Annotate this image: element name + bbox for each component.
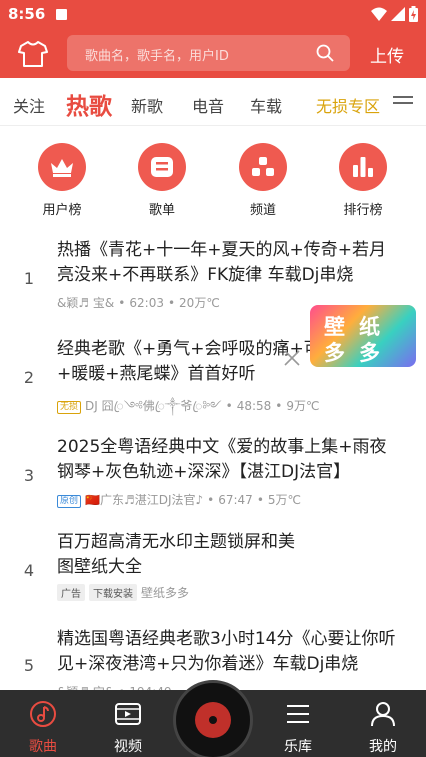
now-playing-disc[interactable] bbox=[173, 680, 253, 757]
nav-label: 歌曲 bbox=[29, 739, 57, 755]
song-title: 精选国粤语经典老歌3小时14分《心要让你听见+深夜港湾+只为你着迷》车载Dj串烧 bbox=[57, 629, 396, 674]
chart-bars-icon bbox=[353, 157, 373, 177]
category-label: 频道 bbox=[249, 203, 276, 218]
user-icon bbox=[371, 702, 395, 727]
signal-icon bbox=[391, 7, 405, 21]
wifi-icon bbox=[371, 7, 387, 21]
library-icon bbox=[287, 705, 309, 723]
song-duration: 48:58 bbox=[236, 399, 272, 413]
song-duration: 62:03 bbox=[129, 296, 164, 310]
category-label: 排行榜 bbox=[343, 203, 383, 218]
top-bar: 歌曲名，歌手名，用户ID 上传 bbox=[0, 30, 426, 78]
song-title: 热播《青花+十一年+夏天的风+传奇+若月亮没来+不再联系》FK旋律 车载Dj串烧 bbox=[57, 240, 386, 285]
uploader-name: DJ 囧ꦿ༺佛ꦿ༒爷ꦿ༻ bbox=[85, 399, 222, 413]
nav-mine[interactable]: 我的 bbox=[343, 690, 423, 756]
ad-title: 百万超高清无水印主题锁屏和美图壁纸大全 bbox=[57, 532, 295, 577]
notification-icon bbox=[56, 9, 67, 20]
tab-electronic[interactable]: 电音 bbox=[192, 93, 224, 117]
song-meta: 原创 🇨🇳广东♬湛江DJ法官♪ • 67:47 • 5万℃ bbox=[57, 491, 301, 508]
download-tag[interactable]: 下载安装 bbox=[89, 584, 137, 601]
nav-songs[interactable]: 歌曲 bbox=[3, 690, 83, 756]
close-icon[interactable] bbox=[283, 349, 301, 367]
uploader-name: &颖♬ 宝& bbox=[57, 296, 115, 310]
category-playlist[interactable]: 歌单 bbox=[127, 140, 197, 218]
rank-number: 1 bbox=[23, 269, 35, 288]
nav-label: 我的 bbox=[369, 739, 397, 755]
nav-library[interactable]: 乐库 bbox=[258, 690, 338, 756]
category-shortcuts: 用户榜 歌单 频道 排行榜 bbox=[0, 140, 426, 220]
playlist-icon bbox=[151, 157, 173, 177]
tab-hot[interactable]: 热歌 bbox=[66, 87, 112, 121]
ad-image[interactable]: 壁纸 多多 bbox=[310, 305, 416, 367]
channel-icon bbox=[252, 157, 274, 176]
video-icon bbox=[115, 703, 141, 725]
disc-label bbox=[195, 702, 231, 738]
status-bar: 8:56 bbox=[0, 0, 426, 30]
category-user-chart[interactable]: 用户榜 bbox=[27, 140, 97, 218]
music-note-icon bbox=[30, 701, 56, 727]
play-count: 9万℃ bbox=[286, 399, 320, 413]
ad-tag: 广告 bbox=[57, 584, 85, 601]
rank-number: 4 bbox=[23, 561, 35, 580]
status-time: 8:56 bbox=[8, 5, 46, 23]
song-meta: 无损 DJ 囧ꦿ༺佛ꦿ༒爷ꦿ༻ • 48:58 • 9万℃ bbox=[57, 393, 320, 427]
lossless-badge: 无损 bbox=[57, 401, 82, 414]
rank-number: 5 bbox=[23, 656, 35, 675]
rank-number: 2 bbox=[23, 368, 35, 387]
category-rankings[interactable]: 排行榜 bbox=[328, 140, 398, 218]
category-tabs: 关注 热歌 新歌 电音 车载 无损专区 bbox=[0, 78, 426, 126]
song-duration: 67:47 bbox=[218, 493, 253, 507]
battery-icon bbox=[409, 6, 418, 22]
crown-icon bbox=[51, 159, 73, 177]
ad-meta: 广告 下载安装 壁纸多多 bbox=[57, 584, 189, 601]
category-label: 歌单 bbox=[148, 203, 175, 218]
search-bar[interactable]: 歌曲名，歌手名，用户ID bbox=[67, 35, 350, 71]
tab-lossless[interactable]: 无损专区 bbox=[316, 93, 380, 117]
play-count: 20万℃ bbox=[179, 296, 220, 310]
song-meta: &颖♬ 宝& • 62:03 • 20万℃ bbox=[57, 296, 220, 310]
tshirt-icon[interactable] bbox=[18, 40, 48, 68]
uploader-name: 🇨🇳广东♬湛江DJ法官♪ bbox=[85, 493, 204, 507]
category-channel[interactable]: 频道 bbox=[228, 140, 298, 218]
advertiser-name: 壁纸多多 bbox=[141, 586, 190, 600]
tab-car[interactable]: 车载 bbox=[250, 93, 282, 117]
tab-menu-icon[interactable] bbox=[393, 96, 413, 110]
upload-button[interactable]: 上传 bbox=[370, 42, 404, 67]
ad-image-text: 多多 bbox=[324, 341, 394, 365]
search-icon[interactable] bbox=[316, 44, 334, 62]
search-placeholder: 歌曲名，歌手名，用户ID bbox=[85, 49, 229, 64]
nav-label: 视频 bbox=[114, 739, 142, 755]
tab-follow[interactable]: 关注 bbox=[13, 93, 45, 117]
play-count: 5万℃ bbox=[267, 493, 302, 507]
category-label: 用户榜 bbox=[42, 203, 82, 218]
nav-label: 乐库 bbox=[284, 739, 312, 755]
tab-new[interactable]: 新歌 bbox=[131, 93, 163, 117]
song-title: 2025全粤语经典中文《爱的故事上集+雨夜钢琴+灰色轨迹+深深》【湛江DJ法官】 bbox=[57, 437, 387, 482]
nav-video[interactable]: 视频 bbox=[88, 690, 168, 756]
rank-number: 3 bbox=[23, 466, 35, 485]
original-badge: 原创 bbox=[57, 495, 82, 508]
